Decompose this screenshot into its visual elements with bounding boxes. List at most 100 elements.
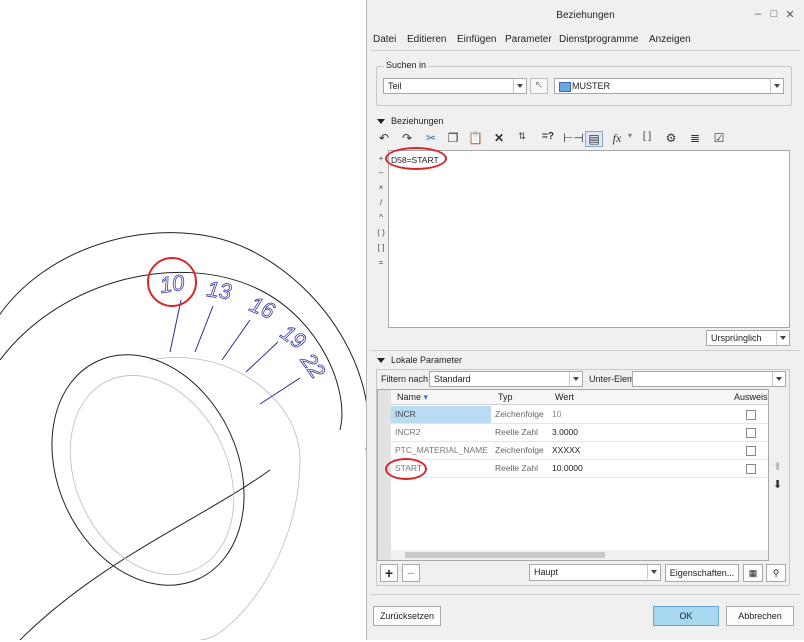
- filter-select[interactable]: Standard: [429, 371, 583, 387]
- cursor-arrow-icon: ↖: [534, 80, 544, 91]
- collapse-icon: [377, 119, 385, 125]
- relations-section-header[interactable]: Beziehungen: [377, 116, 444, 126]
- param-value[interactable]: 3.0000: [552, 424, 578, 441]
- relations-editor[interactable]: D58=START: [388, 150, 790, 328]
- table-view-button[interactable]: ▦: [743, 564, 763, 582]
- show-checkbox[interactable]: [746, 410, 756, 420]
- param-value[interactable]: XXXXX: [552, 442, 580, 459]
- operator-minus[interactable]: –: [374, 168, 388, 177]
- filter-funnel-icon: ▾: [423, 392, 429, 402]
- show-dimensions-icon[interactable]: ▤: [585, 131, 603, 147]
- param-type: Zeichenfolge: [495, 409, 544, 419]
- minimize-button[interactable]: –: [751, 8, 765, 20]
- menu-anzeigen[interactable]: Anzeigen: [649, 34, 691, 45]
- brackets-button[interactable]: [ ]: [640, 131, 654, 147]
- dialog-title: Beziehungen: [556, 10, 615, 21]
- row-divider: [391, 459, 768, 460]
- chevron-down-icon: [776, 331, 789, 345]
- row-divider: [391, 423, 768, 424]
- cancel-button[interactable]: Abbrechen: [726, 606, 794, 626]
- redo-icon[interactable]: ↷: [400, 131, 414, 147]
- evaluate-button[interactable]: =?: [540, 131, 556, 147]
- param-type: Reelle Zahl: [495, 463, 538, 473]
- param-value[interactable]: 10.0000: [552, 460, 583, 477]
- scrollbar-thumb[interactable]: [405, 552, 605, 558]
- column-header-value[interactable]: Wert: [555, 390, 574, 404]
- paste-icon[interactable]: 📋: [468, 131, 483, 147]
- menu-editieren[interactable]: Editieren: [407, 34, 446, 45]
- divider: [370, 350, 800, 351]
- show-checkbox[interactable]: [746, 428, 756, 438]
- column-header-name[interactable]: Name ▾: [397, 390, 428, 404]
- main-select-value: Haupt: [534, 567, 559, 577]
- binoculars-icon: ⚲: [772, 568, 780, 578]
- show-checkbox[interactable]: [746, 446, 756, 456]
- highlight-relation: [385, 147, 447, 170]
- ok-button[interactable]: OK: [653, 606, 719, 626]
- units-select[interactable]: Ursprünglich: [706, 330, 790, 346]
- search-group-label: Suchen in: [384, 60, 429, 70]
- reset-button[interactable]: Zurücksetzen: [373, 606, 441, 626]
- function-button[interactable]: fx: [610, 131, 624, 147]
- search-type-select[interactable]: Teil: [383, 78, 527, 94]
- select-pointer-button[interactable]: ↖: [530, 78, 548, 94]
- relations-section-label: Beziehungen: [391, 116, 444, 126]
- copy-icon[interactable]: ❐: [446, 131, 460, 147]
- local-params-section-label: Lokale Parameter: [391, 355, 463, 365]
- chevron-down-icon: [772, 372, 785, 386]
- operator-parentheses[interactable]: ( ): [374, 228, 388, 237]
- param-name[interactable]: INCR: [395, 406, 416, 423]
- collapse-icon: [377, 358, 385, 364]
- row-divider: [391, 477, 768, 478]
- param-value[interactable]: 10: [552, 406, 561, 423]
- param-name[interactable]: INCR2: [395, 424, 421, 441]
- add-parameter-button[interactable]: +: [380, 564, 398, 582]
- chevron-down-icon[interactable]: ▾: [626, 131, 634, 147]
- cad-label-13: 13: [205, 276, 233, 304]
- show-checkbox[interactable]: [746, 464, 756, 474]
- divider: [370, 594, 800, 595]
- operator-brackets[interactable]: [ ]: [374, 243, 388, 252]
- remove-parameter-button[interactable]: −: [402, 564, 420, 582]
- measure-icon[interactable]: ⊢⊣: [563, 131, 584, 147]
- find-button[interactable]: ⚲: [766, 564, 786, 582]
- param-name[interactable]: PTC_MATERIAL_NAME: [395, 442, 488, 459]
- operator-equals[interactable]: =: [374, 258, 388, 267]
- operator-multiply[interactable]: ×: [374, 183, 388, 192]
- delete-icon[interactable]: ✕: [492, 131, 506, 147]
- properties-button[interactable]: Eigenschaften...: [665, 564, 739, 582]
- operator-power[interactable]: ^: [374, 213, 388, 222]
- column-header-type[interactable]: Typ: [498, 390, 513, 404]
- cad-label-19: 19: [276, 320, 310, 355]
- cad-label-22: 22: [295, 348, 330, 383]
- local-params-section-header[interactable]: Lokale Parameter: [377, 355, 462, 365]
- sort-relations-icon[interactable]: ≣: [688, 131, 702, 147]
- cad-viewport[interactable]: 10 13 16 19 22: [0, 0, 369, 641]
- move-up-icon[interactable]: ⬆: [773, 460, 782, 473]
- column-header-show[interactable]: Ausweise: [734, 390, 768, 404]
- menu-parameter[interactable]: Parameter: [505, 34, 552, 45]
- maximize-button[interactable]: □: [767, 8, 781, 20]
- cad-label-10: 10: [158, 270, 186, 298]
- menu-datei[interactable]: Datei: [373, 34, 396, 45]
- filter-value: Standard: [434, 374, 471, 384]
- cad-model-drawing: 10 13 16 19 22: [0, 232, 369, 641]
- menu-einfuegen[interactable]: Einfügen: [457, 34, 496, 45]
- sub-element-select[interactable]: [632, 371, 786, 387]
- cut-icon[interactable]: ✂: [424, 131, 438, 147]
- search-model-value: MUSTER: [572, 81, 610, 91]
- search-type-value: Teil: [388, 81, 402, 91]
- horizontal-scrollbar[interactable]: [391, 550, 768, 560]
- main-select[interactable]: Haupt: [529, 564, 661, 581]
- verify-icon[interactable]: ⚙: [664, 131, 678, 147]
- undo-icon[interactable]: ↶: [377, 131, 391, 147]
- close-button[interactable]: ✕: [783, 8, 797, 21]
- title-bar[interactable]: Beziehungen – □ ✕: [367, 0, 804, 32]
- search-model-select[interactable]: MUSTER: [554, 78, 784, 94]
- sort-icon[interactable]: ⇅: [514, 131, 530, 147]
- menu-dienstprogramme[interactable]: Dienstprogramme: [559, 34, 638, 45]
- checklist-icon[interactable]: ☑: [712, 131, 726, 147]
- operator-divide[interactable]: /: [374, 198, 388, 207]
- cad-label-16: 16: [246, 291, 279, 324]
- move-down-icon[interactable]: ⬇: [773, 478, 782, 491]
